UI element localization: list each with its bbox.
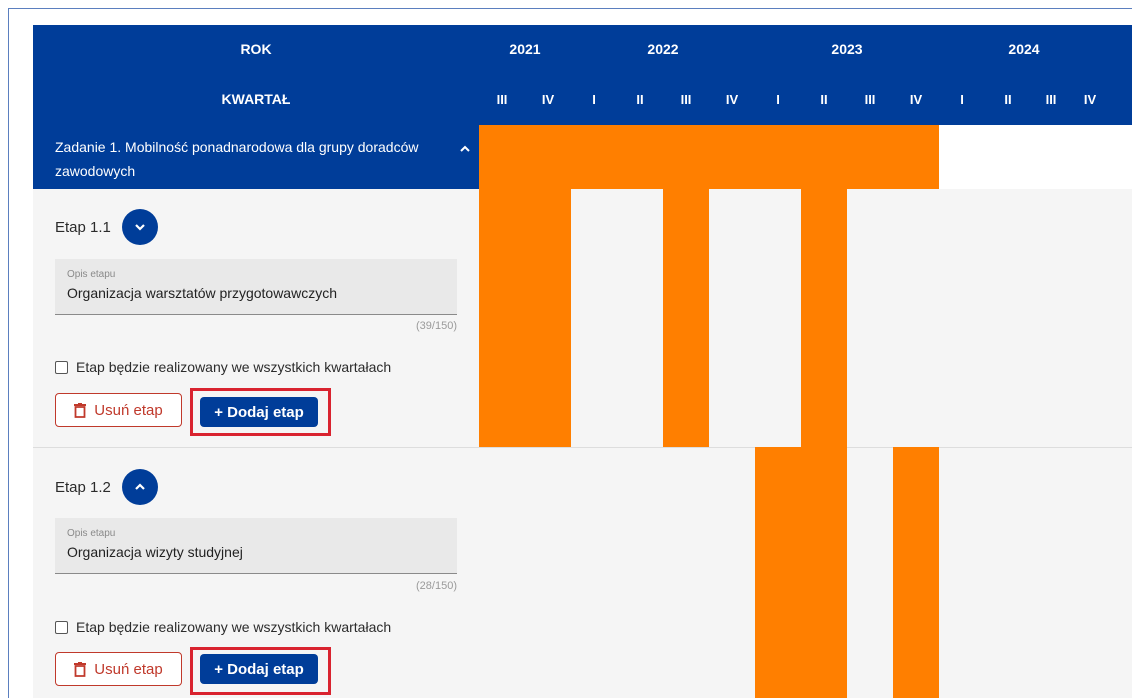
header-year-row: ROK 2021 2022 2023 2024 (33, 25, 1132, 73)
header-year: 2022 (647, 41, 679, 57)
field-value: Organizacja warsztatów przygotowawczych (67, 285, 337, 301)
trash-icon (74, 661, 87, 677)
task-quarter-bar[interactable] (525, 125, 571, 189)
header-year: 2021 (509, 41, 541, 57)
char-counter: (28/150) (416, 580, 457, 592)
header-quarter: IV (1083, 91, 1097, 107)
task-quarter-bar[interactable] (893, 125, 939, 189)
stage-quarter-bar[interactable] (801, 189, 847, 447)
app-frame: ROK 2021 2022 2023 2024 KWARTAŁ III IV I II… (8, 8, 1132, 698)
all-quarters-checkbox[interactable] (55, 620, 68, 634)
header-quarter: II (636, 91, 644, 107)
stage-quarter-bar[interactable] (479, 189, 525, 447)
task-quarter-bar[interactable] (709, 125, 755, 189)
header-quarter: III (1045, 91, 1057, 107)
add-stage-button[interactable]: + Dodaj etap (200, 397, 318, 427)
header-year: 2024 (1008, 41, 1040, 57)
all-quarters-checkbox-row[interactable]: Etap będzie realizowany we wszystkich kw… (55, 359, 391, 375)
header-quarter: II (1004, 91, 1012, 107)
header-year: 2023 (831, 41, 863, 57)
delete-stage-label: Usuń etap (94, 660, 163, 678)
checkbox-label: Etap będzie realizowany we wszystkich kw… (76, 619, 392, 635)
header-quarter: IV (541, 91, 555, 107)
header-quarter: I (776, 91, 780, 107)
header-quarter: III (496, 91, 508, 107)
task-quarter-bar[interactable] (801, 125, 847, 189)
header-quarter: III (864, 91, 876, 107)
all-quarters-checkbox-row[interactable]: Etap będzie realizowany we wszystkich kw… (55, 619, 391, 635)
stage-toggle-button[interactable] (122, 469, 158, 505)
stage-description-field[interactable]: Opis etapu Organizacja warsztatów przygo… (55, 259, 457, 315)
stage-toggle-button[interactable] (122, 209, 158, 245)
stage-label: Etap 1.1 (55, 219, 111, 236)
header-quarter: IV (725, 91, 739, 107)
task-quarter-bar[interactable] (847, 125, 893, 189)
stage-description-field[interactable]: Opis etapu Organizacja wizyty studyjnej (55, 518, 457, 574)
header-quarter: II (820, 91, 828, 107)
chevron-down-icon (135, 224, 145, 231)
stage-quarter-bar[interactable] (663, 189, 709, 447)
header-rok-label: ROK (240, 41, 272, 57)
task-title: Zadanie 1. Mobilność ponadnarodowa dla g… (55, 139, 419, 179)
field-label: Opis etapu (67, 528, 116, 539)
stage-label: Etap 1.2 (55, 479, 111, 496)
header-quarter: I (592, 91, 596, 107)
task-quarter-bar[interactable] (663, 125, 709, 189)
task-quarter-bar[interactable] (617, 125, 663, 189)
stage-quarter-bar[interactable] (755, 447, 801, 698)
char-counter: (39/150) (416, 320, 457, 332)
task-quarter-bar[interactable] (571, 125, 617, 189)
trash-icon (74, 402, 87, 418)
stage-quarter-bar[interactable] (893, 447, 939, 698)
field-value: Organizacja wizyty studyjnej (67, 544, 243, 560)
field-label: Opis etapu (67, 269, 116, 280)
task-row: Zadanie 1. Mobilność ponadnarodowa dla g… (33, 125, 479, 189)
task-collapse-button[interactable] (455, 139, 475, 159)
delete-stage-button[interactable]: Usuń etap (55, 652, 182, 686)
header-quarter: I (960, 91, 964, 107)
stage-quarter-bar[interactable] (525, 189, 571, 447)
delete-stage-button[interactable]: Usuń etap (55, 393, 182, 427)
header-quarter: IV (909, 91, 923, 107)
stage-divider (33, 447, 1132, 448)
header-quarter-row: KWARTAŁ III IV I II III IV I II III IV I II III IV (33, 73, 1132, 125)
add-stage-button[interactable]: + Dodaj etap (200, 654, 318, 684)
header-kwartal-label: KWARTAŁ (221, 91, 291, 107)
chevron-up-icon (460, 145, 470, 152)
task-quarter-bar[interactable] (755, 125, 801, 189)
checkbox-label: Etap będzie realizowany we wszystkich kw… (76, 359, 392, 375)
all-quarters-checkbox[interactable] (55, 360, 68, 374)
schedule-grid: ROK 2021 2022 2023 2024 KWARTAŁ III IV I II… (9, 9, 1132, 698)
header-quarter: III (680, 91, 692, 107)
task-quarter-bar[interactable] (479, 125, 525, 189)
delete-stage-label: Usuń etap (94, 401, 163, 419)
stage-quarter-bar[interactable] (801, 447, 847, 698)
chevron-up-icon (135, 483, 145, 490)
